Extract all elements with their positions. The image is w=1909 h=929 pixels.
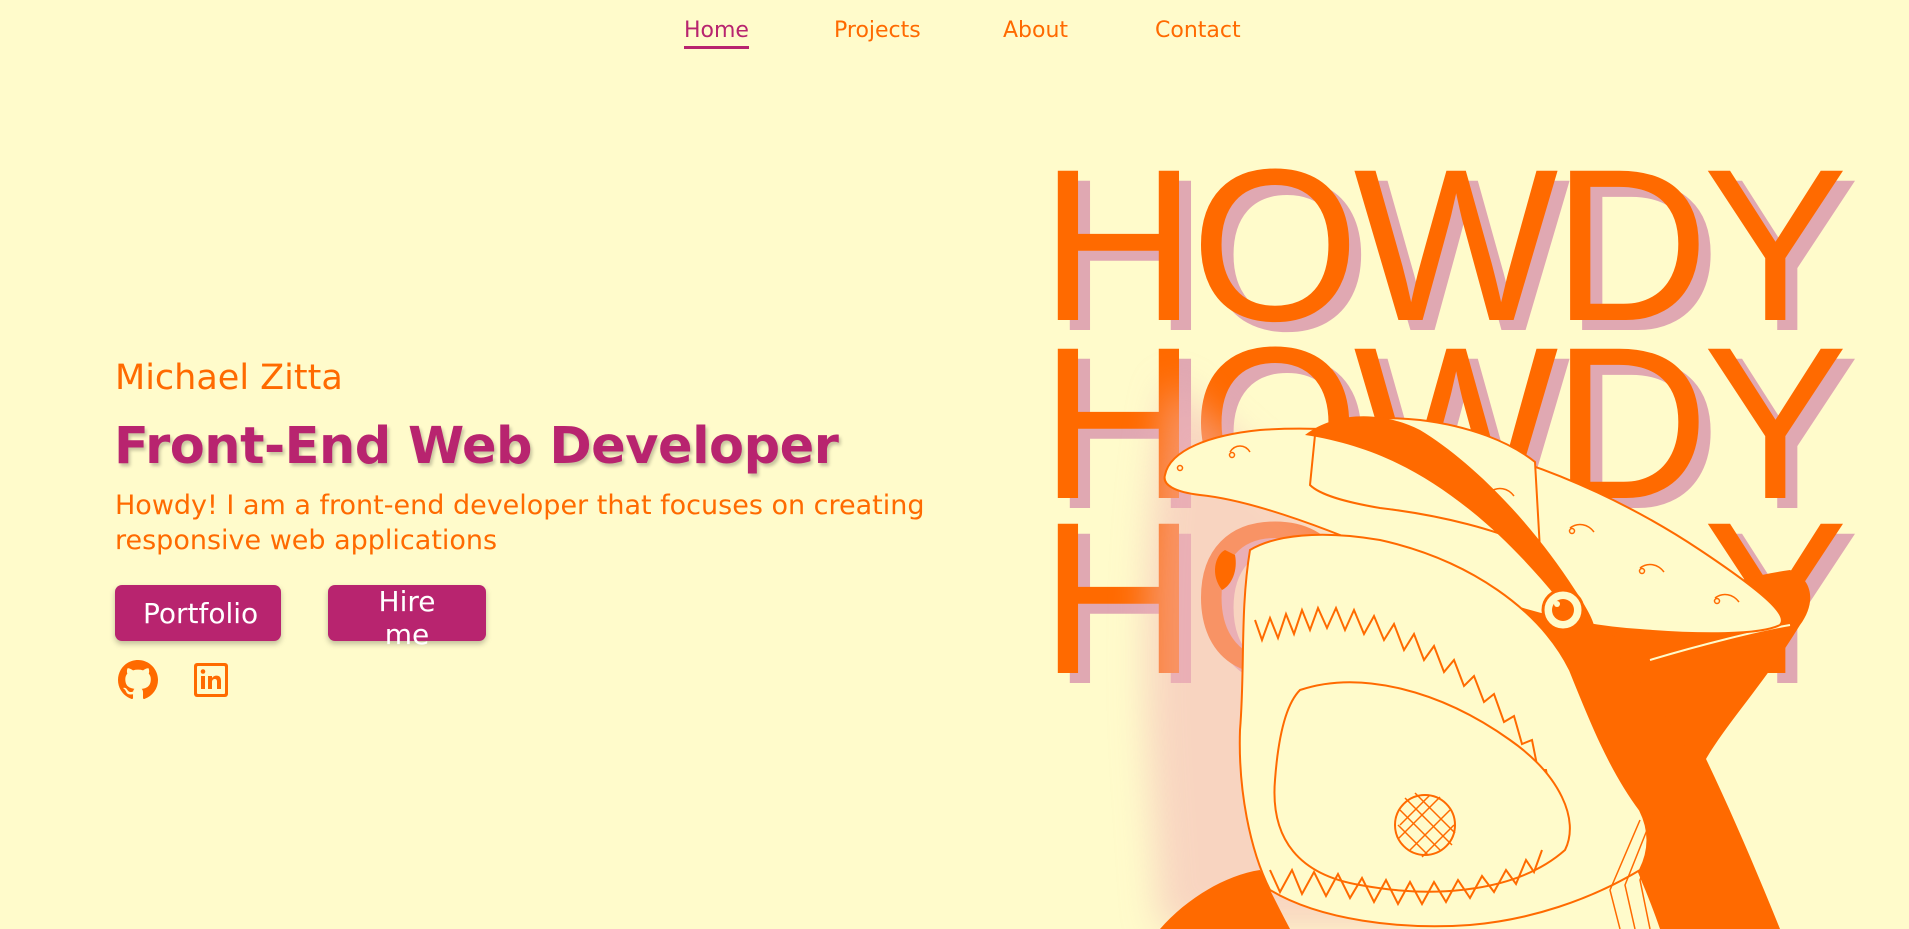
nav-projects-link[interactable]: Projects [834,18,921,43]
hero-name: Michael Zitta [115,358,343,398]
nav-contact-link[interactable]: Contact [1155,18,1241,43]
linkedin-icon[interactable] [191,660,231,700]
hero-title: Front-End Web Developer [114,417,839,476]
portfolio-button[interactable]: Portfolio [115,585,281,641]
nav-about-link[interactable]: About [1003,18,1068,43]
hire-me-button[interactable]: Hire me [328,585,486,651]
shark-illustration [1146,380,1811,929]
page: Home Projects About Contact Michael Zitt… [0,0,1909,929]
github-icon[interactable] [118,660,158,700]
top-nav: Home Projects About Contact [0,0,1909,64]
howdy-artwork: HOWDY HOWDY HOWDY [1000,130,1909,929]
nav-home-link[interactable]: Home [684,18,749,49]
hero-description: Howdy! I am a front-end developer that f… [115,490,925,556]
